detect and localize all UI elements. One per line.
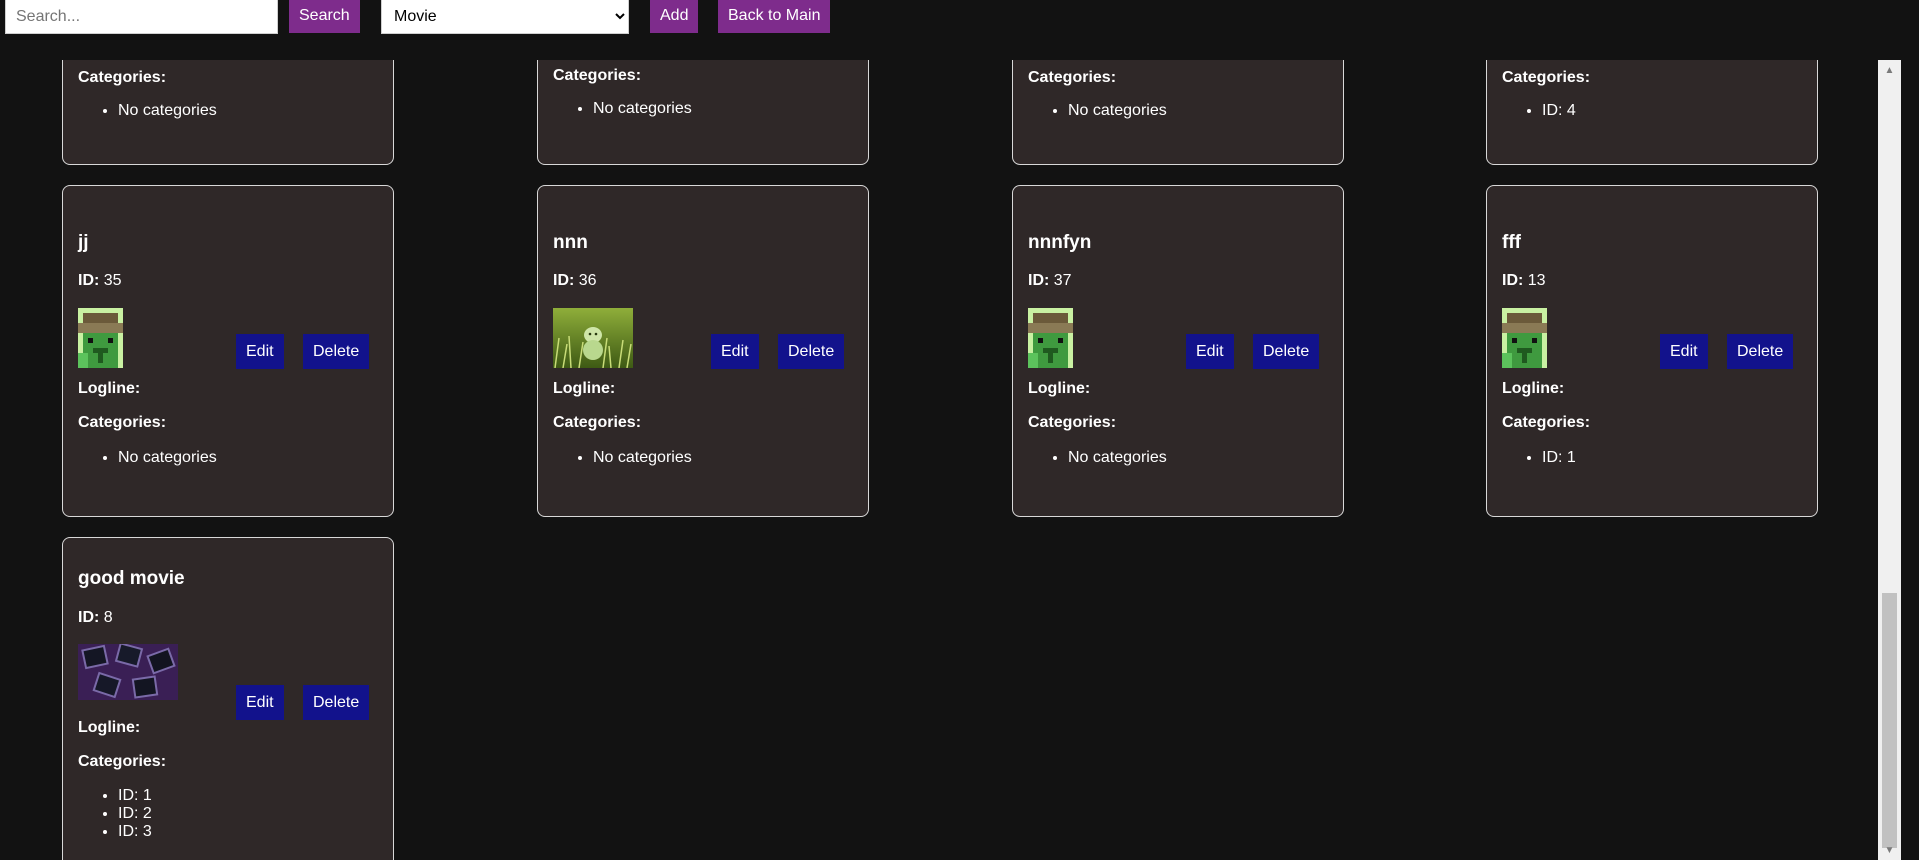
category-item: No categories bbox=[1068, 102, 1167, 120]
movie-id: ID: 36 bbox=[553, 272, 597, 289]
logline-label: Logline: bbox=[78, 719, 141, 736]
polaroid-pattern-image bbox=[78, 644, 178, 700]
categories-label: Categories: bbox=[553, 67, 642, 84]
categories-label: Categories: bbox=[78, 753, 167, 770]
delete-button[interactable]: Delete bbox=[778, 334, 845, 369]
pixel-zombie-icon bbox=[1502, 308, 1547, 368]
logline-label: Logline: bbox=[553, 380, 616, 397]
movie-title: fff bbox=[1502, 232, 1521, 253]
category-list: No categories bbox=[553, 449, 692, 467]
category-list: No categories bbox=[78, 102, 217, 120]
category-item: ID: 2 bbox=[118, 805, 152, 823]
category-list: No categories bbox=[1028, 102, 1167, 120]
add-button[interactable]: Add bbox=[650, 0, 699, 33]
scrollbar-thumb[interactable] bbox=[1882, 593, 1897, 848]
movie-grid: Categories: No categories Categories: No… bbox=[0, 0, 1878, 860]
movie-title: jj bbox=[78, 232, 89, 253]
movie-card: jj ID: 35 Edit Delete Logline: Categorie… bbox=[62, 185, 394, 517]
categories-label: Categories: bbox=[1502, 69, 1591, 86]
movie-card: nnn ID: 36 Edit Delete Logline: Categori… bbox=[537, 185, 869, 517]
toolbar: Search Movie Add Back to Main bbox=[0, 0, 1919, 60]
movie-id: ID: 35 bbox=[78, 272, 122, 289]
page-edge bbox=[1901, 0, 1919, 860]
back-to-main-button[interactable]: Back to Main bbox=[718, 0, 831, 33]
delete-button[interactable]: Delete bbox=[303, 685, 370, 720]
edit-button[interactable]: Edit bbox=[236, 685, 284, 720]
movie-title: good movie bbox=[78, 568, 185, 589]
movie-title: nnnfyn bbox=[1028, 232, 1092, 253]
category-item: No categories bbox=[593, 449, 692, 467]
movie-title: nnn bbox=[553, 232, 588, 253]
categories-label: Categories: bbox=[553, 414, 642, 431]
category-item: ID: 4 bbox=[1542, 102, 1576, 120]
edit-button[interactable]: Edit bbox=[1186, 334, 1234, 369]
category-item: No categories bbox=[118, 449, 217, 467]
category-item: No categories bbox=[1068, 449, 1167, 467]
search-button[interactable]: Search bbox=[289, 0, 360, 33]
edit-button[interactable]: Edit bbox=[236, 334, 284, 369]
search-input[interactable] bbox=[5, 0, 278, 34]
delete-button[interactable]: Delete bbox=[1253, 334, 1320, 369]
categories-label: Categories: bbox=[78, 69, 167, 86]
logline-label: Logline: bbox=[1028, 380, 1091, 397]
category-list: ID: 1 ID: 2 ID: 3 bbox=[78, 787, 152, 841]
category-item: ID: 1 bbox=[1542, 449, 1576, 467]
type-select[interactable]: Movie bbox=[381, 0, 629, 34]
movie-card: fff ID: 13 Edit Delete Logline: Categori… bbox=[1486, 185, 1818, 517]
movie-id: ID: 13 bbox=[1502, 272, 1546, 289]
category-list: ID: 4 bbox=[1502, 102, 1576, 120]
categories-label: Categories: bbox=[1502, 414, 1591, 431]
scroll-down-arrow-icon[interactable]: ▼ bbox=[1878, 844, 1901, 858]
category-list: No categories bbox=[553, 100, 692, 118]
logline-label: Logline: bbox=[1502, 380, 1565, 397]
edit-button[interactable]: Edit bbox=[1660, 334, 1708, 369]
pixel-zombie-icon bbox=[1028, 308, 1073, 368]
categories-label: Categories: bbox=[1028, 414, 1117, 431]
category-item: ID: 1 bbox=[118, 787, 152, 805]
categories-label: Categories: bbox=[78, 414, 167, 431]
vertical-scrollbar[interactable]: ▲ ▼ bbox=[1878, 60, 1901, 860]
category-item: No categories bbox=[593, 100, 692, 118]
pixel-zombie-icon bbox=[78, 308, 123, 368]
category-list: No categories bbox=[1028, 449, 1167, 467]
categories-label: Categories: bbox=[1028, 69, 1117, 86]
category-list: ID: 1 bbox=[1502, 449, 1576, 467]
movie-card: good movie ID: 8 Edit Delete Logline: Ca… bbox=[62, 537, 394, 860]
movie-id: ID: 37 bbox=[1028, 272, 1072, 289]
logline-label: Logline: bbox=[78, 380, 141, 397]
category-item: No categories bbox=[118, 102, 217, 120]
category-item: ID: 3 bbox=[118, 823, 152, 841]
movie-id: ID: 8 bbox=[78, 609, 113, 626]
edit-button[interactable]: Edit bbox=[711, 334, 759, 369]
delete-button[interactable]: Delete bbox=[1727, 334, 1794, 369]
delete-button[interactable]: Delete bbox=[303, 334, 370, 369]
grass-figurine-photo bbox=[553, 308, 633, 368]
scroll-up-arrow-icon[interactable]: ▲ bbox=[1878, 64, 1901, 78]
movie-card: nnnfyn ID: 37 Edit Delete Logline: Categ… bbox=[1012, 185, 1344, 517]
category-list: No categories bbox=[78, 449, 217, 467]
